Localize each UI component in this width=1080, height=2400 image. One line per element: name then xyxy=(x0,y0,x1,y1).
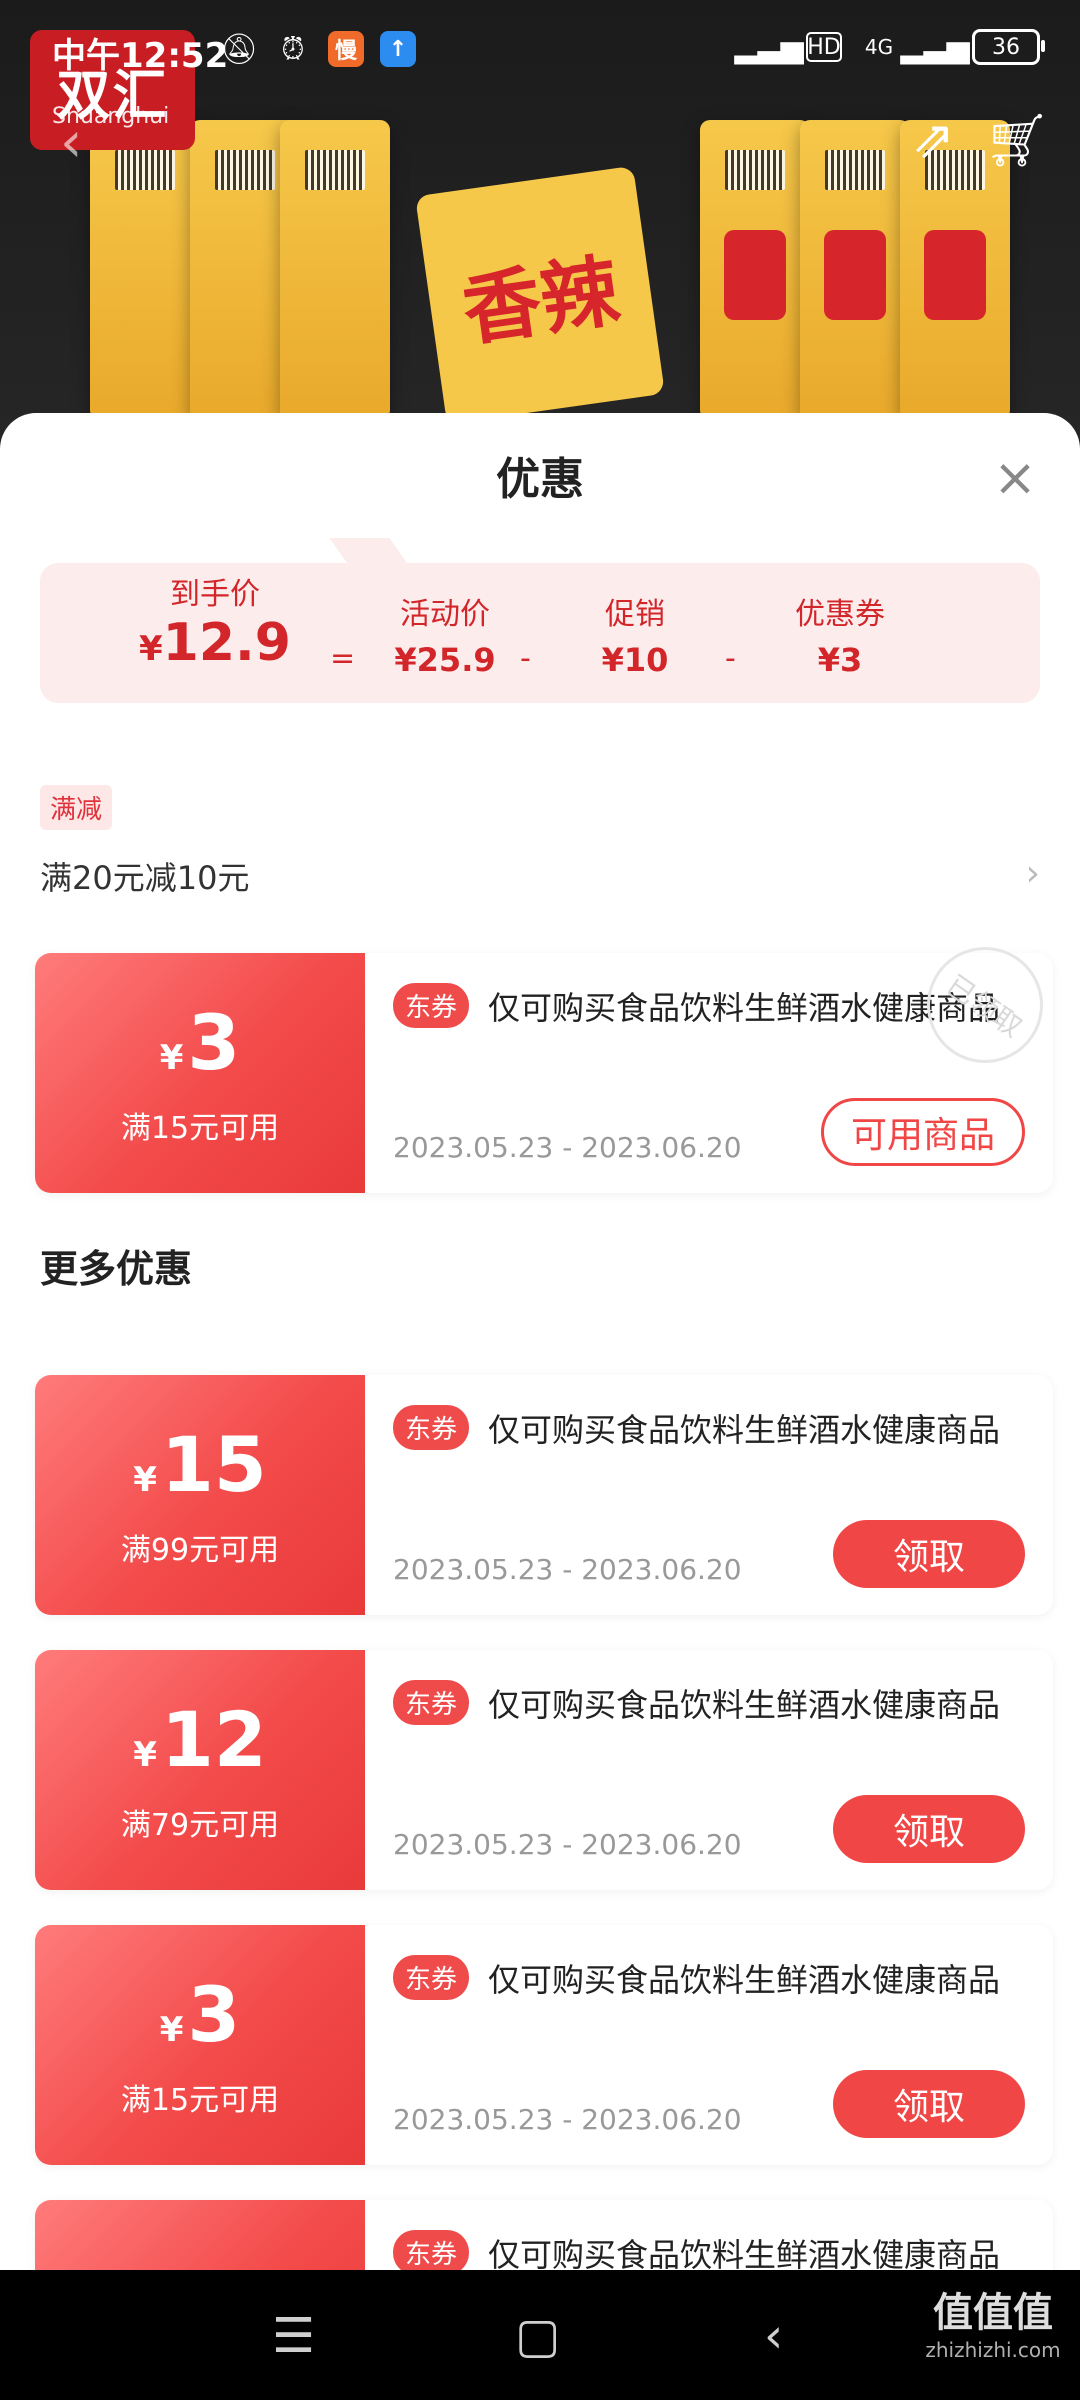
activity-price: 活动价 ¥25.9 xyxy=(370,589,520,679)
menu-icon[interactable]: ☰ xyxy=(272,2308,315,2364)
coupon-date: 2023.05.23 - 2023.06.20 xyxy=(393,2103,742,2136)
coupon-discount: 优惠券 ¥3 xyxy=(750,589,930,679)
minus-sign: - xyxy=(520,641,531,676)
claimed-stamp: 已领取 xyxy=(904,924,1066,1086)
site-watermark: 值值值 zhizhizhi.com xyxy=(925,2290,1061,2362)
coupon-amount: ¥15 xyxy=(133,1420,267,1509)
product-label-text: 香辣 xyxy=(415,165,665,425)
coupon-amount-panel xyxy=(35,2200,365,2270)
coupon-card: ¥12 满79元可用 东券 仅可购买食品饮料生鲜酒水健康商品 2023.05.2… xyxy=(35,1650,1053,1890)
chevron-right-icon: › xyxy=(1025,853,1040,894)
coupon-description: 仅可购买食品饮料生鲜酒水健康商品 xyxy=(488,989,1001,1027)
back-nav-icon[interactable]: ‹ xyxy=(764,2308,783,2364)
more-offers-title: 更多优惠 xyxy=(40,1247,193,1291)
coupon-badge: 东券 xyxy=(393,2230,470,2270)
activity-price-value: ¥25.9 xyxy=(394,641,496,679)
product-pack xyxy=(800,120,910,420)
back-icon[interactable]: ‹ xyxy=(60,110,82,175)
system-nav-bar: ☰ ▢ ‹ 值值值 zhizhizhi.com xyxy=(0,2270,1080,2400)
coupon-description: 仅可购买食品饮料生鲜酒水健康商品 xyxy=(488,1961,1001,1999)
coupon-card: ¥3 满15元可用 东券 仅可购买食品饮料生鲜酒水健康商品 2023.05.23… xyxy=(35,1925,1053,2165)
coupon-condition: 满15元可用 xyxy=(120,1111,280,1146)
final-price-value: ¥12.9 xyxy=(139,613,291,673)
discount-rule-row[interactable]: 满20元减10元 › xyxy=(40,853,1040,903)
sheet-title: 优惠 xyxy=(496,454,584,505)
coupon-card: ¥3 满15元可用 东券 仅可购买食品饮料生鲜酒水健康商品 2023.05.23… xyxy=(35,924,1066,1193)
coupon-date: 2023.05.23 - 2023.06.20 xyxy=(393,1828,742,1861)
network-icon: 4G xyxy=(864,35,894,59)
coupon-amount-panel: ¥3 满15元可用 xyxy=(35,1925,365,2165)
claim-button[interactable]: 领取 xyxy=(833,1795,1025,1863)
activity-price-label: 活动价 xyxy=(400,597,490,632)
coupon-amount: ¥3 xyxy=(159,1970,241,2059)
coupon-card: ¥15 满99元可用 东券 仅可购买食品饮料生鲜酒水健康商品 2023.05.2… xyxy=(35,1375,1053,1615)
coupon-amount-panel: ¥12 满79元可用 xyxy=(35,1650,365,1890)
coupon-badge: 东券 xyxy=(393,983,470,1028)
discount-tag: 满减 xyxy=(40,785,113,830)
equals-sign: = xyxy=(330,641,356,676)
coupon-condition: 满15元可用 xyxy=(120,2083,280,2118)
status-icons-right: ▂▃▅ HD 4G ▂▃▅ 36 xyxy=(734,28,1045,66)
claim-button[interactable]: 领取 xyxy=(833,1520,1025,1588)
status-bar: 中午12:52 🔕︎ ⏰︎ 慢 ↑ ▂▃▅ HD 4G ▂▃▅ 36 xyxy=(0,0,1080,100)
alarm-icon: ⏰︎ xyxy=(281,31,305,67)
coupon-value: ¥3 xyxy=(817,641,863,679)
final-price-label: 到手价 xyxy=(170,577,260,612)
hd-icon: HD xyxy=(806,32,842,62)
app-notification-icon: 慢 xyxy=(328,31,364,67)
cart-icon[interactable]: 🛒︎ xyxy=(984,110,1050,171)
claim-button[interactable]: 领取 xyxy=(833,2070,1025,2138)
final-price: 到手价 ¥12.9 xyxy=(115,563,315,673)
close-icon[interactable]: × xyxy=(990,452,1040,504)
coupon-description: 仅可购买食品饮料生鲜酒水健康商品 xyxy=(488,1411,1001,1449)
promo-label: 促销 xyxy=(605,597,665,632)
coupon-date: 2023.05.23 - 2023.06.20 xyxy=(393,1131,742,1164)
product-pack xyxy=(280,120,390,420)
price-box-notch xyxy=(329,538,411,568)
discount-rule-text: 满20元减10元 xyxy=(40,859,250,897)
price-breakdown: 到手价 ¥12.9 = 活动价 ¥25.9 - 促销 ¥10 - 优惠券 ¥3 xyxy=(40,538,1040,703)
coupon-condition: 满79元可用 xyxy=(120,1808,280,1843)
product-pack xyxy=(90,120,200,420)
signal-icon: ▂▃▅ xyxy=(734,29,804,65)
promo-discount: 促销 ¥10 xyxy=(560,589,710,679)
home-icon[interactable]: ▢ xyxy=(515,2308,560,2364)
coupon-amount: ¥3 xyxy=(159,998,241,1087)
coupon-description: 仅可购买食品饮料生鲜酒水健康商品 xyxy=(488,1686,1001,1724)
product-pack xyxy=(700,120,810,420)
battery-icon: 36 xyxy=(972,29,1045,65)
coupon-amount-panel: ¥3 满15元可用 xyxy=(35,953,365,1193)
signal-icon-2: ▂▃▅ xyxy=(900,29,970,65)
upload-icon: ↑ xyxy=(380,31,416,67)
status-time: 中午12:52 xyxy=(52,36,229,76)
available-products-button[interactable]: 可用商品 xyxy=(821,1098,1025,1166)
coupon-date: 2023.05.23 - 2023.06.20 xyxy=(393,1553,742,1586)
coupon-amount: ¥12 xyxy=(133,1695,267,1784)
coupon-description: 仅可购买食品饮料生鲜酒水健康商品 xyxy=(488,2236,1001,2270)
coupon-badge: 东券 xyxy=(393,1955,470,2000)
minus-sign: - xyxy=(725,641,736,676)
coupon-amount-panel: ¥15 满99元可用 xyxy=(35,1375,365,1615)
coupon-card: 东券 仅可购买食品饮料生鲜酒水健康商品 xyxy=(35,2200,1053,2270)
mute-icon: 🔕︎ xyxy=(219,31,259,67)
coupon-badge: 东券 xyxy=(393,1405,470,1450)
coupon-condition: 满99元可用 xyxy=(120,1533,280,1568)
promo-value: ¥10 xyxy=(601,641,669,679)
share-icon[interactable]: ⇗ xyxy=(911,110,955,170)
coupon-sheet: 优惠 × 到手价 ¥12.9 = 活动价 ¥25.9 - 促销 ¥10 - 优惠… xyxy=(0,413,1080,2270)
coupon-label: 优惠券 xyxy=(795,597,885,632)
status-icons-left: 🔕︎ ⏰︎ 慢 ↑ xyxy=(220,30,416,68)
coupon-badge: 东券 xyxy=(393,1680,470,1725)
